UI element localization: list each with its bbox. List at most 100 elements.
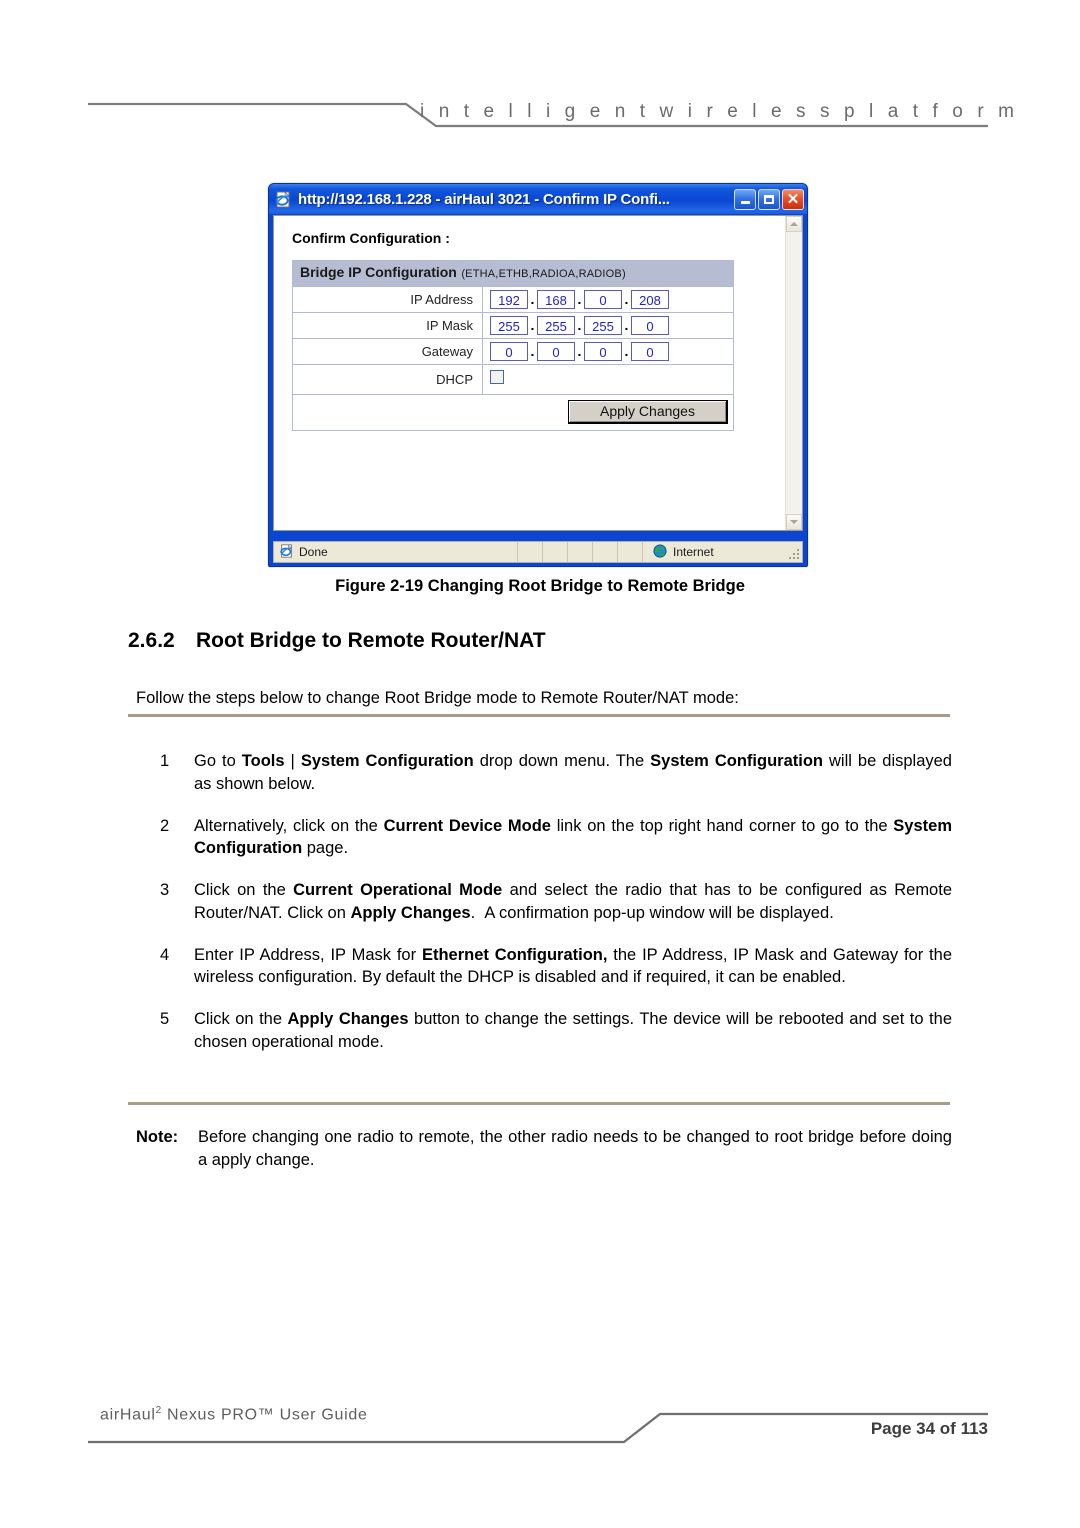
statusbar-pane-5 xyxy=(618,542,643,562)
apply-changes-cell: Apply Changes xyxy=(292,394,734,431)
vertical-scrollbar[interactable] xyxy=(785,216,802,530)
web-page-document: Confirm Configuration : Bridge IP Config… xyxy=(274,216,785,530)
octet-separator: . xyxy=(530,291,535,307)
ip-address-value-cell: 192 . 168 . 0 . 208 xyxy=(482,286,734,313)
status-message-pane: Done xyxy=(274,542,518,562)
internet-explorer-icon xyxy=(275,190,292,208)
section-intro-paragraph: Follow the steps below to change Root Br… xyxy=(136,689,739,707)
gateway-label: Gateway xyxy=(292,338,483,365)
ip-address-label: IP Address xyxy=(292,286,483,313)
statusbar-pane-1 xyxy=(518,542,543,562)
maximize-button[interactable] xyxy=(758,188,780,210)
octet-separator: . xyxy=(530,317,535,333)
statusbar-pane-2 xyxy=(543,542,568,562)
browser-title-text: http://192.168.1.228 - airHaul 3021 - Co… xyxy=(298,190,670,208)
ip-mask-octet-group: 255 . 255 . 255 . 0 xyxy=(490,316,729,335)
step-number: 5 xyxy=(160,1010,170,1029)
browser-window: http://192.168.1.228 - airHaul 3021 - Co… xyxy=(268,183,808,567)
list-item: 2 Alternatively, click on the Current De… xyxy=(160,815,952,861)
maximize-icon xyxy=(764,194,774,204)
close-button[interactable]: ✕ xyxy=(782,188,804,210)
browser-statusbar: Done Internet xyxy=(273,541,803,563)
step-text: Alternatively, click on the Current Devi… xyxy=(194,816,952,858)
ip-mask-octet-3[interactable]: 255 xyxy=(584,316,622,335)
step-text: Click on the Current Operational Mode an… xyxy=(194,881,952,922)
globe-icon xyxy=(653,543,667,561)
table-header-interfaces: (ETHA,ETHB,RADIOA,RADIOB) xyxy=(461,268,626,280)
ip-mask-octet-1[interactable]: 255 xyxy=(490,316,528,335)
ip-address-octet-group: 192 . 168 . 0 . 208 xyxy=(490,290,729,309)
resize-grip-icon[interactable] xyxy=(788,548,800,560)
chevron-up-icon xyxy=(790,222,798,226)
octet-separator: . xyxy=(624,317,629,333)
minimize-icon xyxy=(740,201,750,204)
footer-page-number: Page 34 of 113 xyxy=(870,1419,988,1438)
ip-address-octet-3[interactable]: 0 xyxy=(584,290,622,309)
table-header-row: Bridge IP Configuration (ETHA,ETHB,RADIO… xyxy=(292,260,734,287)
table-row: IP Address 192 . 168 . 0 . 208 xyxy=(292,286,734,313)
ip-mask-label: IP Mask xyxy=(292,312,483,339)
security-zone-pane[interactable]: Internet xyxy=(643,542,802,562)
minimize-button[interactable] xyxy=(734,188,756,210)
gateway-octet-group: 0 . 0 . 0 . 0 xyxy=(490,342,729,361)
gateway-octet-1[interactable]: 0 xyxy=(490,342,528,361)
statusbar-pane-4 xyxy=(593,542,618,562)
octet-separator: . xyxy=(624,343,629,359)
zone-text: Internet xyxy=(673,545,714,559)
octet-separator: . xyxy=(577,317,582,333)
section-heading: 2.6.2 Root Bridge to Remote Router/NAT xyxy=(128,629,546,653)
table-row: IP Mask 255 . 255 . 255 . 0 xyxy=(292,312,734,339)
octet-separator: . xyxy=(530,343,535,359)
step-text: Enter IP Address, IP Mask for Ethernet C… xyxy=(194,945,952,987)
close-icon: ✕ xyxy=(786,190,800,208)
scroll-up-button[interactable] xyxy=(786,216,802,232)
apply-changes-button[interactable]: Apply Changes xyxy=(568,400,728,424)
step-number: 2 xyxy=(160,816,170,835)
note-text: Before changing one radio to remote, the… xyxy=(198,1128,952,1169)
table-header-cell: Bridge IP Configuration (ETHA,ETHB,RADIO… xyxy=(292,260,734,287)
step-number: 4 xyxy=(160,945,170,964)
section-number: 2.6.2 xyxy=(128,629,175,652)
page-header: i n t e l l i g e n t w i r e l e s s p … xyxy=(0,0,1080,150)
dhcp-checkbox[interactable] xyxy=(490,370,504,384)
note-block: Note: Before changing one radio to remot… xyxy=(136,1126,952,1172)
octet-separator: . xyxy=(577,291,582,307)
note-label: Note: xyxy=(136,1128,179,1146)
footer-guide-title: airHaul2 Nexus PRO™ User Guide xyxy=(100,1405,368,1424)
steps-list: 1 Go to Tools | System Configuration dro… xyxy=(160,750,952,1073)
gateway-octet-3[interactable]: 0 xyxy=(584,342,622,361)
page-status-icon xyxy=(280,543,294,561)
statusbar-pane-3 xyxy=(568,542,593,562)
table-row: Apply Changes xyxy=(292,394,734,431)
ip-mask-octet-2[interactable]: 255 xyxy=(537,316,575,335)
scroll-down-button[interactable] xyxy=(786,514,802,530)
octet-separator: . xyxy=(577,343,582,359)
table-header-title: Bridge IP Configuration xyxy=(300,264,457,280)
window-controls: ✕ xyxy=(734,188,804,210)
browser-content-area: Confirm Configuration : Bridge IP Config… xyxy=(273,215,803,531)
gateway-value-cell: 0 . 0 . 0 . 0 xyxy=(482,338,734,365)
dhcp-label: DHCP xyxy=(292,364,483,395)
status-text: Done xyxy=(299,545,328,559)
step-number: 1 xyxy=(160,752,170,770)
ip-address-octet-4[interactable]: 208 xyxy=(631,290,669,309)
step-text: Click on the Apply Changes button to cha… xyxy=(194,1010,952,1051)
chevron-down-icon xyxy=(790,520,798,524)
ip-mask-octet-4[interactable]: 0 xyxy=(631,316,669,335)
list-item: 5 Click on the Apply Changes button to c… xyxy=(160,1008,952,1054)
divider-top xyxy=(128,714,950,717)
gateway-octet-4[interactable]: 0 xyxy=(631,342,669,361)
ip-address-octet-2[interactable]: 168 xyxy=(537,290,575,309)
ip-address-octet-1[interactable]: 192 xyxy=(490,290,528,309)
octet-separator: . xyxy=(624,291,629,307)
step-number: 3 xyxy=(160,881,170,900)
table-row: Gateway 0 . 0 . 0 . 0 xyxy=(292,338,734,365)
confirm-configuration-heading: Confirm Configuration : xyxy=(292,230,450,246)
ip-mask-value-cell: 255 . 255 . 255 . 0 xyxy=(482,312,734,339)
list-item: 3 Click on the Current Operational Mode … xyxy=(160,879,952,925)
list-item: 1 Go to Tools | System Configuration dro… xyxy=(160,750,952,796)
bridge-ip-configuration-table: Bridge IP Configuration (ETHA,ETHB,RADIO… xyxy=(292,260,734,431)
step-text: Go to Tools | System Configuration drop … xyxy=(194,752,952,793)
dhcp-value-cell xyxy=(482,364,734,395)
gateway-octet-2[interactable]: 0 xyxy=(537,342,575,361)
